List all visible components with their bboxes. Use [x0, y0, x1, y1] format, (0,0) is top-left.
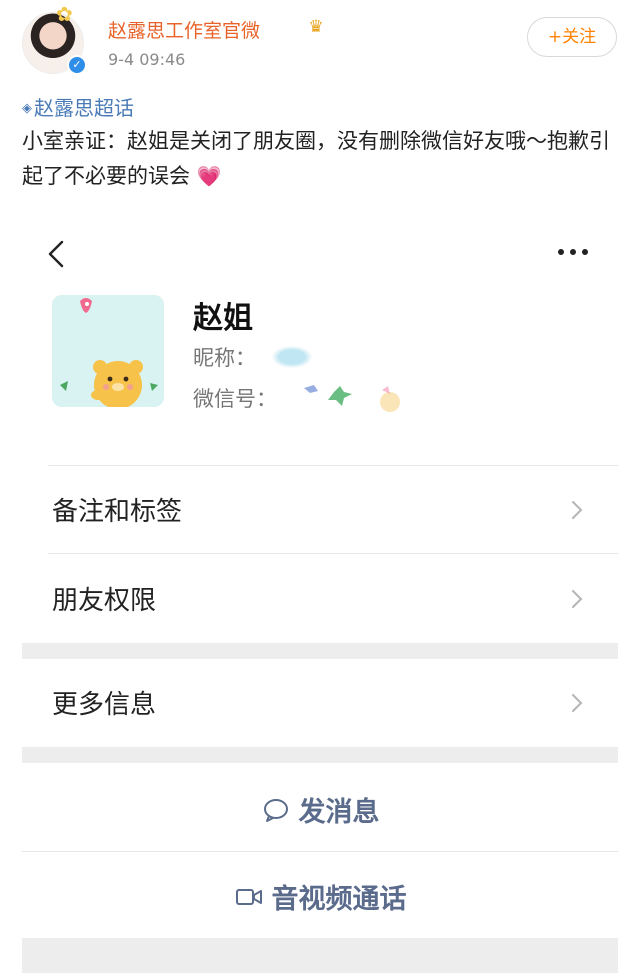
section-separator	[22, 747, 618, 763]
follow-button[interactable]: +关注	[527, 17, 617, 57]
video-camera-icon	[235, 888, 262, 905]
super-topic-icon: ◈	[22, 101, 32, 116]
post-text: 小室亲证：赵姐是关闭了朋友圈，没有删除微信好友哦～抱歉引起了不必要的误会 💗	[22, 124, 622, 194]
divider	[22, 851, 618, 852]
row-remark-and-tags[interactable]: 备注和标签	[22, 467, 618, 553]
nickname-label: 昵称：	[193, 346, 256, 370]
send-message-label: 发消息	[298, 797, 380, 828]
chat-bubble-icon	[263, 798, 288, 822]
member-crown-icon: ♛	[308, 17, 324, 37]
chevron-right-icon	[572, 590, 583, 608]
video-call-button[interactable]: 音视频通话	[22, 857, 618, 937]
chevron-right-icon	[572, 694, 583, 712]
row-more-info[interactable]: 更多信息	[22, 660, 618, 746]
wechat-id-blurred	[304, 385, 400, 412]
author-name[interactable]: 赵露思工作室官微	[108, 16, 260, 43]
super-topic-link[interactable]: ◈ 赵露思超话	[22, 92, 134, 121]
row-label: 朋友权限	[52, 586, 157, 616]
super-topic-label: 赵露思超话	[34, 96, 134, 120]
verified-badge-icon: ✓	[67, 55, 87, 75]
divider	[48, 553, 618, 554]
row-label: 更多信息	[52, 690, 157, 720]
flower-decoration-icon: ✿	[56, 2, 73, 26]
back-arrow-icon[interactable]	[44, 234, 68, 274]
heart-emoji-icon: 💗	[196, 164, 222, 188]
section-separator	[22, 643, 618, 659]
wechat-id-label: 微信号：	[193, 387, 277, 411]
video-call-label: 音视频通话	[271, 884, 407, 915]
contact-avatar[interactable]	[52, 295, 164, 407]
send-message-button[interactable]: 发消息	[22, 770, 618, 850]
nickname-blurred	[272, 346, 312, 368]
divider	[48, 465, 618, 466]
contact-name: 赵姐	[193, 301, 253, 336]
bottom-separator	[22, 938, 618, 973]
row-friend-permissions[interactable]: 朋友权限	[22, 556, 618, 642]
post-body: 小室亲证：赵姐是关闭了朋友圈，没有删除微信好友哦～抱歉引起了不必要的误会	[22, 129, 610, 188]
post-time: 9-4 09:46	[108, 50, 186, 69]
row-label: 备注和标签	[52, 497, 183, 527]
chevron-right-icon	[572, 501, 583, 519]
more-dots-icon[interactable]	[555, 246, 591, 258]
